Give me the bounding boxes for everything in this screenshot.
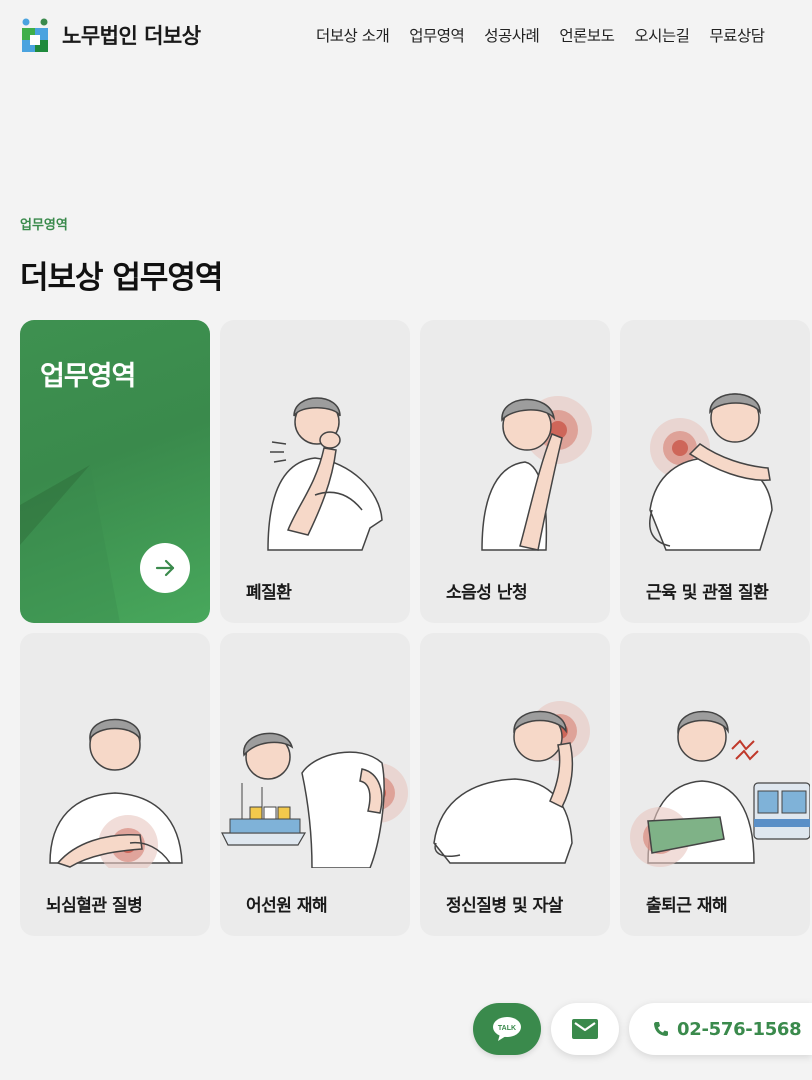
arrow-button[interactable] [140,543,190,593]
nav-item-practice-areas[interactable]: 업무영역 [409,24,465,46]
section-title: 더보상 업무영역 [20,260,223,296]
card-label: 폐질환 [246,583,292,603]
section-eyebrow: 업무영역 [20,218,68,233]
nav-item-about[interactable]: 더보상 소개 [316,24,390,46]
email-button[interactable] [551,1003,619,1055]
commute-injury-illustration [630,710,810,867]
phone-icon [654,1022,668,1036]
brand-name: 노무법인 더보상 [62,24,201,48]
logo[interactable]: 노무법인 더보상 [22,18,201,52]
chat-bubble-icon: TALK [493,1017,521,1041]
nav-item-success-cases[interactable]: 성공사례 [484,24,540,46]
shoulder-pain-illustration [649,393,773,551]
headache-illustration [433,701,590,864]
arrow-right-icon [155,559,175,577]
mail-icon [572,1019,598,1039]
phone-number: 02-576-1568 [677,1018,802,1040]
practice-areas-card[interactable]: 업무영역 [20,320,210,623]
card-title: 업무영역 [40,361,136,392]
phone-call-button[interactable]: 02-576-1568 [629,1003,812,1055]
nav-item-directions[interactable]: 오시는길 [634,24,690,46]
service-card-commute-accident[interactable]: 출퇴근 재해 [620,633,810,936]
nav-item-free-consult[interactable]: 무료상담 [709,24,765,46]
card-label: 정신질병 및 자살 [446,896,563,916]
card-label: 소음성 난청 [446,583,528,603]
service-card-lung-disease[interactable]: 폐질환 [220,320,410,623]
service-card-musculoskeletal[interactable]: 근육 및 관절 질환 [620,320,810,623]
service-card-mental-illness[interactable]: 정신질병 및 자살 [420,633,610,936]
card-label: 출퇴근 재해 [646,896,728,916]
card-label: 어선원 재해 [246,896,328,916]
talk-label: TALK [498,1025,516,1032]
service-card-noise-hearing-loss[interactable]: 소음성 난청 [420,320,610,623]
chest-pain-illustration [49,718,183,868]
main-nav: 더보상 소개 업무영역 성공사례 언론보도 오시는길 무료상담 [316,24,784,46]
service-card-cardiovascular[interactable]: 뇌심혈관 질병 [20,633,210,936]
ear-pain-illustration [481,396,592,551]
kakao-talk-button[interactable]: TALK [473,1003,541,1055]
service-card-fishermen-accident[interactable]: 어선원 재해 [220,633,410,936]
coughing-person-illustration [267,397,383,551]
card-label: 근육 및 관절 질환 [646,583,769,603]
site-header: 노무법인 더보상 더보상 소개 업무영역 성공사례 언론보도 오시는길 무료상담 [0,0,812,72]
card-label: 뇌심혈관 질병 [46,896,143,916]
fishing-boat-back-pain-illustration [221,732,408,868]
nav-item-press[interactable]: 언론보도 [559,24,615,46]
logo-icon [22,18,48,52]
